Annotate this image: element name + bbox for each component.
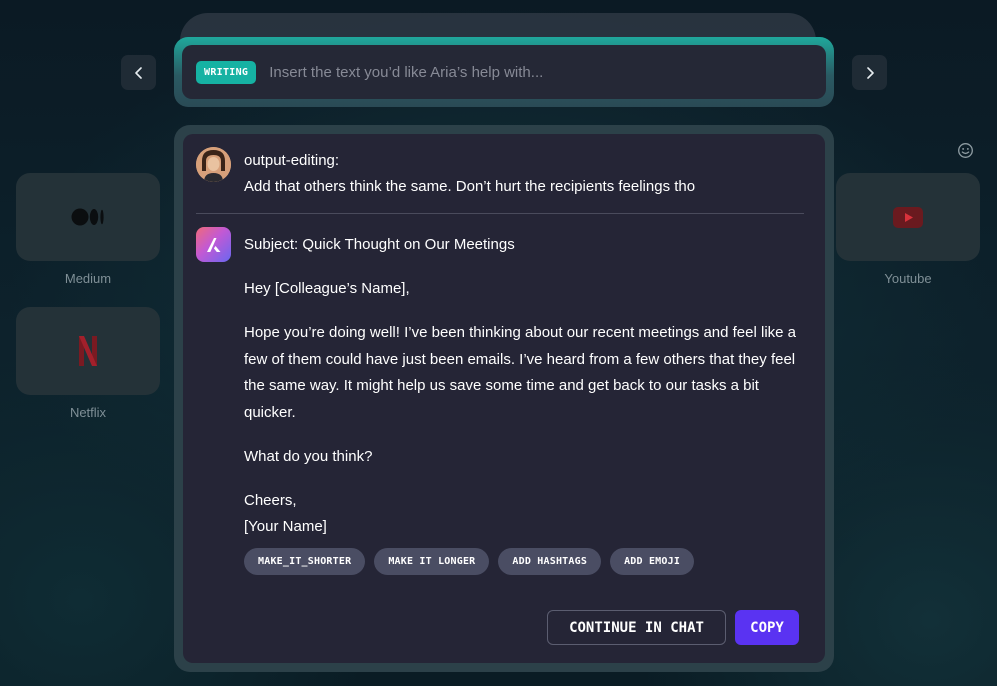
reply-subject: Subject: Quick Thought on Our Meetings xyxy=(244,236,515,253)
reply-signoff: Cheers, xyxy=(244,491,297,509)
chevron-left-icon xyxy=(134,66,142,79)
reply-body: Hope you’re doing well! I’ve been thinki… xyxy=(244,324,797,421)
youtube-label: Youtube xyxy=(884,271,932,286)
aria-avatar xyxy=(196,227,231,262)
output-panel-inner: output-editing: Add that others think th… xyxy=(183,134,825,663)
assistant-reply: Subject: Quick Thought on Our Meetings H… xyxy=(244,232,804,541)
user-avatar-icon xyxy=(196,147,231,182)
add-hashtags-chip[interactable]: ADD HASHTAGS xyxy=(498,548,602,575)
writing-badge[interactable]: WRITING xyxy=(196,60,257,84)
reply-greeting: Hey [Colleague’s Name], xyxy=(244,280,410,297)
make-it-shorter-chip[interactable]: MAKE_IT_SHORTER xyxy=(244,548,366,575)
writing-bar-inner: WRITING xyxy=(182,45,826,99)
youtube-tile[interactable] xyxy=(836,173,980,261)
previous-button[interactable] xyxy=(121,55,156,90)
medium-tile[interactable] xyxy=(16,173,160,261)
user-message: Add that others think the same. Don’t hu… xyxy=(244,178,696,195)
divider xyxy=(196,213,804,214)
chevron-right-icon xyxy=(866,66,874,79)
youtube-logo-icon xyxy=(893,206,923,228)
netflix-logo-icon xyxy=(79,336,97,366)
copy-button[interactable]: COPY xyxy=(735,610,799,645)
continue-in-chat-button[interactable]: CONTINUE IN CHAT xyxy=(547,610,726,645)
make-it-longer-chip[interactable]: MAKE IT LONGER xyxy=(374,548,490,575)
reply-signature: [Your Name] xyxy=(244,518,327,535)
medium-logo-icon xyxy=(71,208,104,226)
smiley-icon[interactable] xyxy=(957,142,974,159)
writing-input[interactable] xyxy=(269,58,790,86)
output-panel: output-editing: Add that others think th… xyxy=(174,125,834,672)
medium-label: Medium xyxy=(64,271,112,286)
netflix-label: Netflix xyxy=(69,405,107,420)
user-avatar xyxy=(196,147,231,182)
next-button[interactable] xyxy=(852,55,887,90)
writing-bar: WRITING xyxy=(174,37,834,107)
netflix-tile[interactable] xyxy=(16,307,160,395)
add-emoji-chip[interactable]: ADD EMOJI xyxy=(610,548,695,575)
refine-chips: MAKE_IT_SHORTER MAKE IT LONGER ADD HASHT… xyxy=(244,548,695,575)
reply-question: What do you think? xyxy=(244,447,373,465)
user-name: output-editing: xyxy=(244,152,340,169)
aria-logo-icon xyxy=(206,237,220,252)
